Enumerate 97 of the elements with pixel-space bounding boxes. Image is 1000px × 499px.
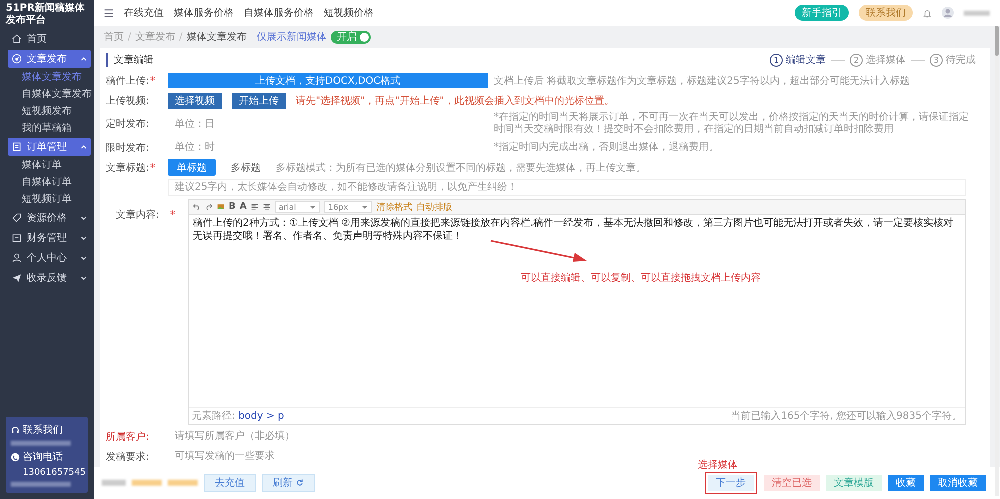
align-center-icon[interactable]: [262, 203, 271, 211]
phone-label: 咨询电话: [23, 450, 63, 464]
redacted-text: [11, 441, 71, 446]
caret-icon: [81, 255, 87, 261]
format-button[interactable]: B: [229, 202, 236, 212]
redacted-text: [168, 480, 198, 486]
title-mode-tab[interactable]: 单标题: [168, 159, 216, 176]
field-label: 定时发布:: [106, 118, 150, 131]
recharge-button[interactable]: 去充值: [204, 474, 256, 492]
top-nav-link[interactable]: 媒体服务价格: [174, 6, 234, 20]
redacted-text: [964, 10, 990, 16]
field-label: 上传视频:: [106, 94, 150, 108]
sidebar-subitem[interactable]: 短视频发布: [0, 103, 94, 120]
annotation-text: 选择媒体: [696, 458, 740, 472]
menu-icon[interactable]: [104, 8, 114, 18]
sidebar-subitem[interactable]: 短视频订单: [0, 191, 94, 208]
send-icon: [12, 54, 22, 64]
sidebar-item[interactable]: 收录反馈: [8, 269, 91, 287]
caret-icon: [81, 56, 87, 62]
hint-text: *在指定的时间当天将展示订单，不可再一次在当天可以发出，价格按指定的天当天的时价计算，请保证指定时间当天交稿时限有效！提交时不会扣除费用，在指定的日期当前自动扣减订单时扣除费用: [494, 112, 970, 136]
field-label: 发稿要求:: [106, 450, 150, 464]
redo-icon[interactable]: [205, 203, 213, 211]
hint-text: 文档上传后 将截取文章标题作为文章标题，标题建议25字符以内，超出部分可能无法计入标题: [494, 74, 910, 88]
filter-label: 仅展示新闻媒体: [256, 30, 327, 44]
caret-icon: [81, 144, 87, 150]
sidebar-subitem[interactable]: 我的草稿箱: [0, 120, 94, 137]
undo-icon[interactable]: [193, 203, 201, 211]
image-icon[interactable]: [217, 203, 225, 211]
phone-icon: [11, 452, 20, 462]
upload-document-button[interactable]: 上传文档，支持DOCX,DOC格式: [168, 73, 488, 88]
wallet-icon: [12, 233, 22, 243]
field-label: 所属客户:: [106, 430, 150, 444]
avatar-icon[interactable]: [942, 7, 954, 19]
action-button[interactable]: 取消收藏: [930, 475, 986, 491]
action-button[interactable]: 下一步: [708, 475, 754, 491]
caret-icon: [81, 215, 87, 221]
caret-icon: [81, 235, 87, 241]
refresh-icon: [296, 479, 304, 487]
size-select[interactable]: 16px: [324, 201, 372, 213]
step-indicator: 1 编辑文章: [770, 53, 826, 67]
rich-text-editor[interactable]: B A arial 16px 清除格式 自动排版 稿件上传的2种方式：①上传文档 ②用来源发稿的直接把来源链接放在内容栏.稿件一经发布，基本无法撤回和修改，第三方图片也可能无法打开或者失效，请一定要核实核对无误再提交哦！署名、作者名、免责声明等特殊内容不保证！ 可以直接编辑、可以复制、可以直接拖拽文档上传内容 元素路径: body > p 当前已输入165个字符, 您还可以输入9835个字符。: [188, 199, 966, 425]
headset-icon: [11, 426, 20, 434]
breadcrumb-separator: /: [128, 32, 132, 42]
app-logo: 51PR新闻稿媒体发布平台: [4, 1, 86, 28]
sidebar-subitem[interactable]: 媒体文章发布: [0, 69, 94, 86]
sidebar-item[interactable]: 个人中心: [8, 249, 91, 267]
action-button[interactable]: 清空已选: [764, 475, 820, 491]
video-button[interactable]: 选择视频: [168, 92, 222, 108]
sidebar-item[interactable]: 财务管理: [8, 229, 91, 247]
font-select[interactable]: arial: [274, 201, 320, 213]
sidebar-item[interactable]: 资源价格: [8, 209, 91, 227]
toggle-switch[interactable]: 开启: [330, 30, 371, 44]
redacted-text: [11, 482, 71, 487]
annotation-text: 可以直接编辑、可以复制、可以直接拖拽文档上传内容: [521, 272, 761, 285]
card-title: 文章编辑: [106, 53, 154, 67]
caret-icon: [81, 275, 87, 281]
hint-text: 多标题模式：为所有已选的媒体分别设置不同的标题，需要先选媒体，再上传文章。: [276, 162, 646, 174]
top-nav-link[interactable]: 短视频价格: [324, 6, 374, 20]
top-nav-link[interactable]: 在线充值: [124, 6, 164, 20]
breadcrumb-separator: /: [179, 32, 183, 42]
video-button[interactable]: 开始上传: [232, 92, 286, 108]
contact-title: 联系我们: [23, 424, 63, 437]
field-label: 限时发布:: [106, 142, 150, 154]
home-icon: [12, 34, 22, 44]
editor-tool-button[interactable]: 清除格式: [376, 200, 412, 214]
sidebar-item[interactable]: 文章发布: [8, 50, 91, 68]
tag-icon: [12, 213, 22, 223]
doc-icon: [12, 142, 22, 152]
step-indicator: 2 选择媒体: [850, 53, 906, 67]
phone-number: 13061657545: [22, 468, 83, 478]
title-input[interactable]: 建议25字内，太长媒体会自动修改，如不能修改请备注说明，以免产生纠纷！: [168, 179, 966, 196]
hint-text: 请先"选择视频"，再点"开始上传"，此视频会插入到文档中的光标位置。: [296, 94, 614, 108]
top-nav-link[interactable]: 自媒体服务价格: [244, 6, 314, 20]
format-button[interactable]: A: [240, 202, 247, 212]
field-label: 文章标题:*: [106, 162, 156, 174]
element-path: 元素路径: body > p: [192, 410, 284, 423]
redacted-text: [132, 480, 162, 486]
redacted-text: [102, 480, 126, 486]
breadcrumb-link[interactable]: 媒体文章发布: [186, 30, 247, 44]
sidebar-item[interactable]: 首页: [8, 30, 91, 48]
character-count: 当前已输入165个字符, 您还可以输入9835个字符。: [731, 410, 962, 423]
bell-icon[interactable]: [923, 8, 932, 18]
sidebar-subitem[interactable]: 自媒体文章发布: [0, 86, 94, 103]
field-label: 稿件上传:*: [106, 74, 156, 88]
sidebar-subitem[interactable]: 媒体订单: [0, 157, 94, 174]
plane-icon: [12, 273, 22, 283]
editor-tool-button[interactable]: 自动排版: [416, 200, 452, 214]
hint-text: *指定时间内完成出稿，否则退出媒体，退稿费用。: [494, 142, 719, 154]
align-left-icon[interactable]: [250, 203, 259, 211]
sidebar-subitem[interactable]: 自媒体订单: [0, 174, 94, 191]
refresh-button[interactable]: 刷新: [262, 474, 315, 492]
step-indicator: 3 待完成: [930, 53, 976, 67]
sidebar-item[interactable]: 订单管理: [8, 138, 91, 156]
editor-text: 稿件上传的2种方式：①上传文档 ②用来源发稿的直接把来源链接放在内容栏.稿件一经发布，基本无法撤回和修改，第三方图片也可能无法打开或者失效，请一定要核实核对无误再提交哦！署名、作者名、免责声明等特殊内容不保证！: [193, 217, 955, 243]
action-button[interactable]: 收藏: [888, 475, 924, 491]
user-icon: [12, 253, 22, 263]
contact-button[interactable]: 联系我们: [859, 5, 913, 21]
